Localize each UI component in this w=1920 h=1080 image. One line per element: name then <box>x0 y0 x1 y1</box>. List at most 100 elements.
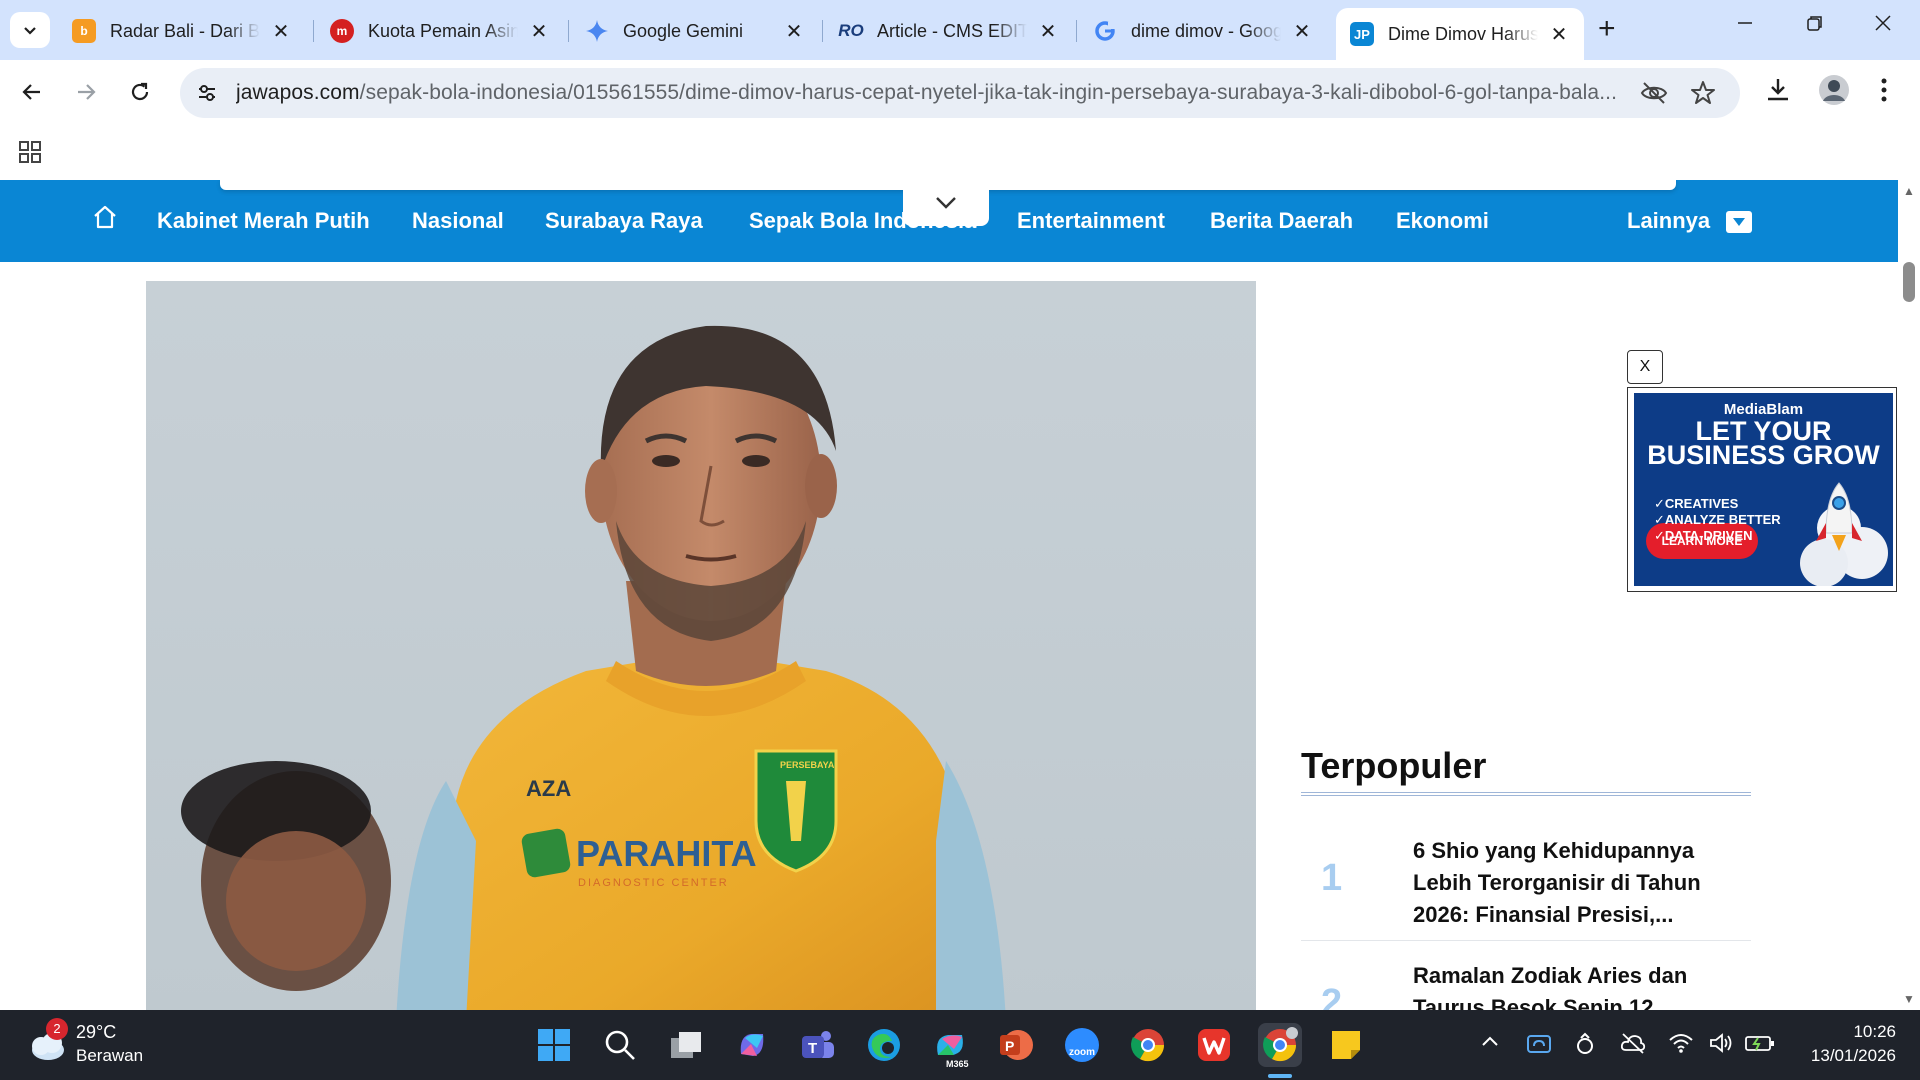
close-icon[interactable]: ✕ <box>1037 19 1059 44</box>
scroll-thumb[interactable] <box>1903 262 1915 302</box>
browser-tab[interactable]: RO Article - CMS EDITO ✕ <box>825 8 1073 54</box>
apps-grid-icon[interactable] <box>18 140 42 169</box>
m365-label: M365 <box>946 1059 969 1069</box>
task-view-button[interactable] <box>664 1023 708 1067</box>
nav-ekonomi[interactable]: Ekonomi <box>1396 208 1489 234</box>
address-bar[interactable]: jawapos.com/sepak-bola-indonesia/0155615… <box>180 68 1740 118</box>
home-icon[interactable] <box>92 204 118 235</box>
browser-tab[interactable]: m Kuota Pemain Asin ✕ <box>316 8 564 54</box>
sticky-notes-app[interactable] <box>1324 1023 1368 1067</box>
nav-berita-daerah[interactable]: Berita Daerah <box>1210 208 1353 234</box>
teams-app[interactable]: T <box>796 1023 840 1067</box>
ad-headline-2: BUSINESS GROW <box>1647 440 1880 470</box>
temperature: 29°C <box>76 1022 117 1042</box>
tab-title: dime dimov - Goog <box>1131 20 1281 41</box>
copilot-app[interactable] <box>730 1023 774 1067</box>
scroll-up-arrow-icon[interactable]: ▲ <box>1903 184 1915 198</box>
article-hero-image: AZA PERSEBAYA PARAHITA DIAGNOSTIC CENTER <box>146 281 1256 1010</box>
tab-search-button[interactable] <box>10 12 50 48</box>
browser-tab[interactable]: b Radar Bali - Dari Ba ✕ <box>58 8 306 54</box>
avatar[interactable] <box>1818 74 1850 111</box>
popular-item[interactable]: 2 Ramalan Zodiak Aries dan Taurus Besok … <box>1301 960 1751 1010</box>
nav-entertainment[interactable]: Entertainment <box>1017 208 1165 234</box>
collapse-header-button[interactable] <box>903 180 989 226</box>
powerpoint-app[interactable]: P <box>994 1023 1038 1067</box>
menu-dots-icon[interactable] <box>1880 76 1888 109</box>
chevron-up-icon[interactable] <box>1480 1032 1500 1058</box>
close-icon[interactable]: ✕ <box>270 19 292 44</box>
window-close-button[interactable] <box>1874 12 1892 38</box>
scroll-down-arrow-icon[interactable]: ▼ <box>1903 992 1915 1006</box>
url-path: /sepak-bola-indonesia/015561555/dime-dim… <box>359 81 1616 104</box>
start-button[interactable] <box>532 1023 576 1067</box>
club-badge-text: PERSEBAYA <box>780 760 835 770</box>
chrome-icon <box>1131 1029 1165 1062</box>
close-icon[interactable]: ✕ <box>783 19 805 44</box>
nav-kabinet-merah-putih[interactable]: Kabinet Merah Putih <box>157 208 370 234</box>
browser-tab[interactable]: Google Gemini ✕ <box>571 8 819 54</box>
ad-close-button[interactable]: X <box>1627 350 1663 384</box>
minimize-button[interactable] <box>1736 12 1754 38</box>
arrow-left-icon <box>22 84 40 100</box>
wifi-icon[interactable] <box>1668 1032 1694 1060</box>
url-text[interactable]: jawapos.com/sepak-bola-indonesia/0155615… <box>236 81 1616 105</box>
sponsor-logo <box>521 828 571 878</box>
battery-icon[interactable] <box>1744 1032 1776 1060</box>
cloud-sync-icon[interactable] <box>1526 1032 1552 1062</box>
chrome-app[interactable] <box>1126 1023 1170 1067</box>
active-app-indicator <box>1268 1074 1292 1078</box>
close-icon[interactable]: ✕ <box>1548 22 1570 47</box>
zoom-app[interactable] <box>1060 1023 1104 1067</box>
new-tab-button[interactable]: + <box>1598 14 1616 44</box>
tune-icon <box>199 85 215 101</box>
site-navigation: Kabinet Merah Putih Nasional Surabaya Ra… <box>0 180 1898 262</box>
eye-off-icon[interactable] <box>1640 80 1668 111</box>
cloud-offline-icon[interactable] <box>1620 1032 1646 1060</box>
bookmark-star-icon[interactable] <box>1690 80 1716 111</box>
page-scrollbar[interactable]: ▲ ▼ <box>1898 180 1920 1010</box>
advertisement[interactable]: MediaBlam LET YOUR BUSINESS GROW ✓CREATI… <box>1627 387 1897 592</box>
download-icon[interactable] <box>1764 76 1792 109</box>
search-button[interactable] <box>598 1023 642 1067</box>
volume-icon[interactable] <box>1708 1032 1734 1060</box>
cms-favicon: RO <box>838 21 864 40</box>
close-icon[interactable]: ✕ <box>1291 19 1313 44</box>
popular-headline[interactable]: Ramalan Zodiak Aries dan Taurus Besok Se… <box>1413 960 1723 1010</box>
back-button[interactable] <box>14 74 50 110</box>
nav-nasional[interactable]: Nasional <box>412 208 504 234</box>
popular-headline[interactable]: 6 Shio yang Kehidupannya Lebih Terorgani… <box>1413 835 1723 931</box>
jersey-brand: AZA <box>526 776 571 801</box>
sponsor-name: PARAHITA <box>576 833 757 874</box>
clock-time[interactable]: 10:26 <box>1796 1022 1896 1042</box>
restore-button[interactable] <box>1806 12 1824 38</box>
news-favicon: m <box>330 19 354 43</box>
tab-title: Radar Bali - Dari Ba <box>110 20 260 41</box>
close-icon[interactable]: ✕ <box>528 19 550 44</box>
section-divider <box>1301 792 1751 796</box>
page-viewport: Kabinet Merah Putih Nasional Surabaya Ra… <box>0 180 1920 1010</box>
wps-office-app[interactable] <box>1192 1023 1236 1067</box>
ad-cta-button[interactable]: LEARN MORE <box>1646 523 1758 559</box>
reload-button[interactable] <box>122 74 158 110</box>
google-favicon <box>1093 19 1117 43</box>
windows-logo-icon <box>538 1029 570 1061</box>
forward-button[interactable] <box>68 74 104 110</box>
powerpoint-icon: P <box>1000 1030 1033 1060</box>
tab-title: Google Gemini <box>623 20 744 41</box>
chrome-profile-app-active[interactable] <box>1258 1023 1302 1067</box>
clock-date[interactable]: 13/01/2026 <box>1776 1046 1896 1066</box>
edge-app[interactable] <box>862 1023 906 1067</box>
site-info-button[interactable] <box>190 76 224 110</box>
vpn-icon[interactable] <box>1574 1032 1596 1062</box>
nav-more-dropdown[interactable]: Lainnya <box>1627 208 1753 234</box>
browser-tab[interactable]: dime dimov - Goog ✕ <box>1079 8 1327 54</box>
jawapos-favicon: JP <box>1350 22 1374 46</box>
tab-title: Dime Dimov Harus <box>1388 23 1538 44</box>
tab-title: Article - CMS EDITO <box>877 20 1027 41</box>
chevron-down-icon <box>24 27 36 35</box>
popular-item[interactable]: 1 6 Shio yang Kehidupannya Lebih Terorga… <box>1301 835 1751 955</box>
browser-tab-active[interactable]: JP Dime Dimov Harus ✕ <box>1336 8 1584 60</box>
nav-surabaya-raya[interactable]: Surabaya Raya <box>545 208 703 234</box>
search-icon <box>605 1030 635 1060</box>
windows-taskbar: 2 29°C Berawan T M365 P zoom 10:26 13/01… <box>0 1010 1920 1080</box>
